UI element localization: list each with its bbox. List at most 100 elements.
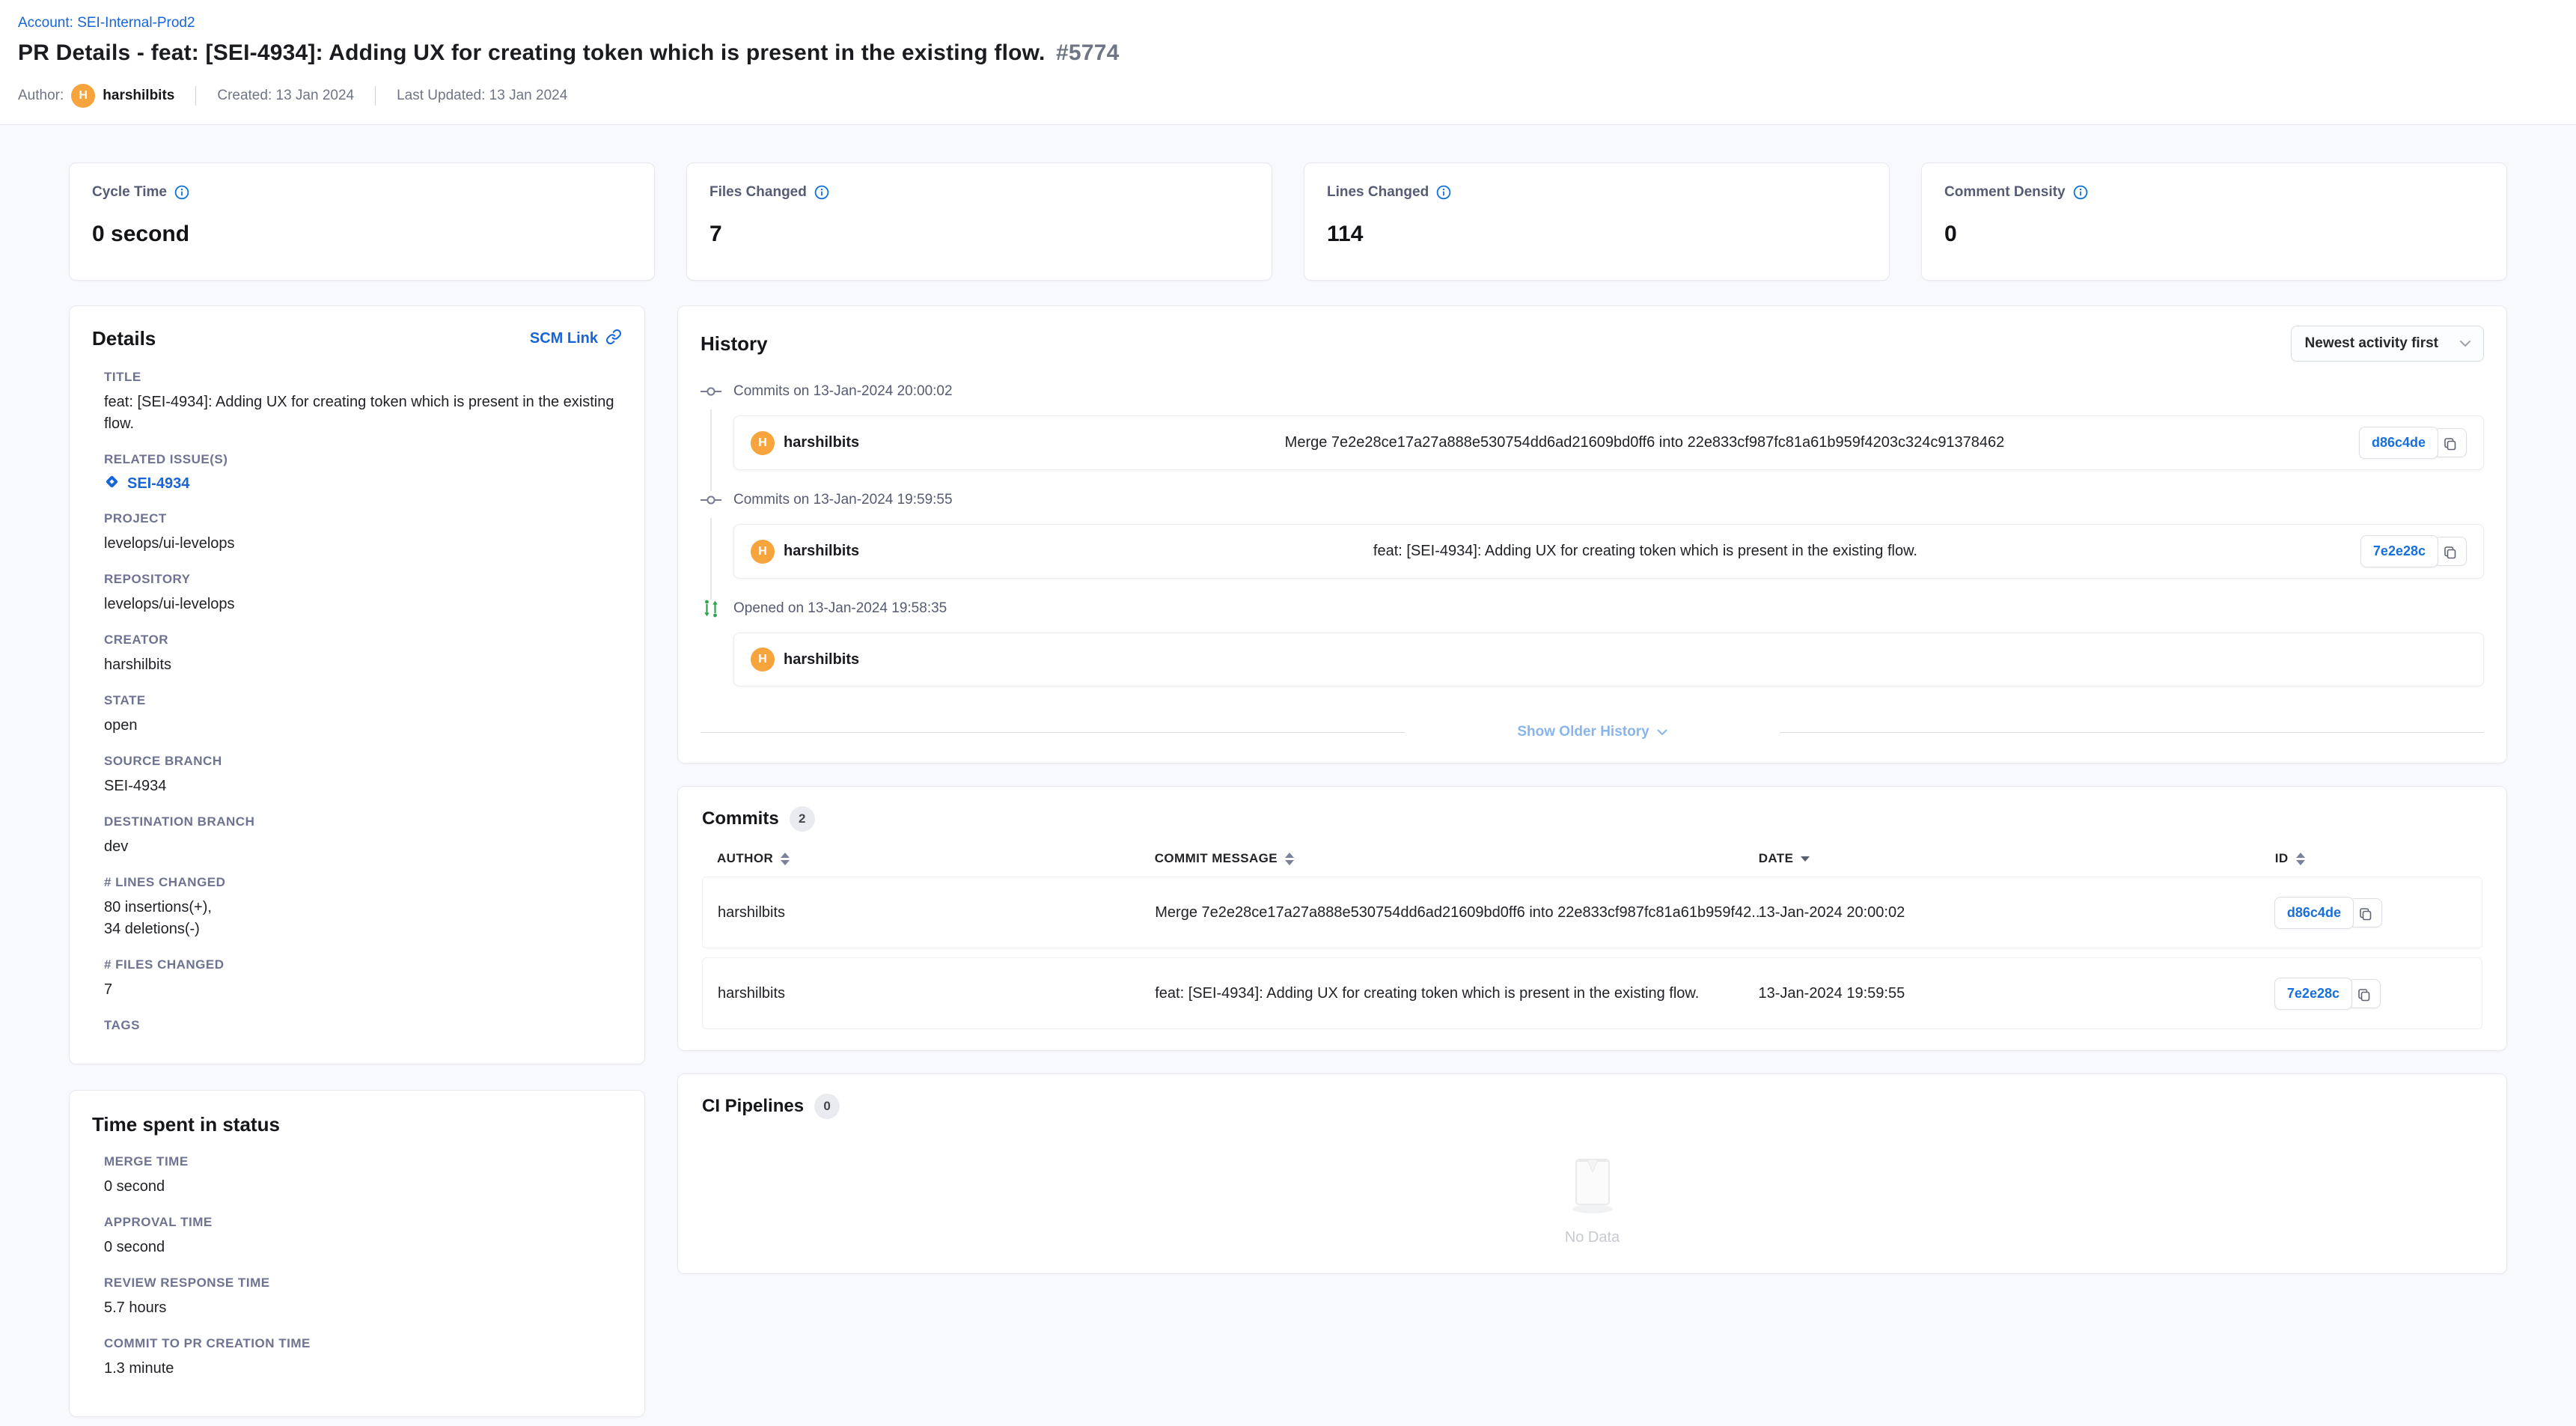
scm-link[interactable]: SCM Link <box>530 329 622 350</box>
history-panel: History Newest activity first Commits on… <box>677 305 2507 764</box>
divider <box>375 86 376 106</box>
metric-value: 0 <box>1944 222 2484 247</box>
time-field-commit-to-pr: COMMIT TO PR CREATION TIME 1.3 minute <box>104 1336 622 1380</box>
author-name: harshilbits <box>103 88 174 104</box>
detail-field-title: TITLE feat: [SEI-4934]: Adding UX for cr… <box>104 370 622 435</box>
ci-pipelines-panel: CI Pipelines 0 No Data <box>677 1073 2507 1274</box>
detail-field-tags: TAGS <box>104 1018 622 1033</box>
metric-value: 0 second <box>92 222 632 247</box>
commits-table-header: AUTHOR COMMIT MESSAGE DATE ID <box>702 851 2482 866</box>
cell-author: harshilbits <box>718 985 1155 1002</box>
detail-field-project: PROJECT levelops/ui-levelops <box>104 511 622 555</box>
metric-value: 114 <box>1327 222 1867 247</box>
column-header-id[interactable]: ID <box>2275 851 2467 866</box>
git-commit-icon <box>701 493 721 508</box>
details-title: Details <box>92 327 156 350</box>
commits-title: Commits <box>702 808 779 829</box>
cell-commit-message: feat: [SEI-4934]: Adding UX for creating… <box>1155 985 1758 1002</box>
info-icon[interactable] <box>1436 185 1451 200</box>
metric-card-lines-changed: Lines Changed 114 <box>1304 162 1890 281</box>
empty-box-icon <box>1557 1137 1629 1219</box>
git-commit-icon <box>701 384 721 399</box>
metric-card-cycle-time: Cycle Time 0 second <box>69 162 655 281</box>
copy-icon[interactable] <box>2434 428 2467 457</box>
related-issue-link[interactable]: SEI-4934 <box>104 474 189 494</box>
divider <box>195 86 196 106</box>
author-label: Author: <box>18 88 64 104</box>
pr-number: #5774 <box>1056 40 1119 65</box>
column-header-author[interactable]: AUTHOR <box>717 851 1155 866</box>
account-breadcrumb-link[interactable]: Account: SEI-Internal-Prod2 <box>18 15 195 31</box>
copy-icon[interactable] <box>2348 979 2381 1008</box>
commit-table-row: harshilbits feat: [SEI-4934]: Adding UX … <box>702 957 2482 1029</box>
no-data-label: No Data <box>1565 1229 1620 1246</box>
history-opened-card: H harshilbits <box>733 633 2484 686</box>
history-commit-card: H harshilbits Merge 7e2e28ce17a27a888e53… <box>733 415 2484 470</box>
page-title-row: PR Details - feat: [SEI-4934]: Adding UX… <box>18 40 2546 66</box>
info-icon[interactable] <box>2073 185 2088 200</box>
commit-author: harshilbits <box>784 543 859 560</box>
commit-hash-button[interactable]: d86c4de <box>2359 427 2438 459</box>
time-spent-title: Time spent in status <box>92 1113 622 1136</box>
author-row: Author: H harshilbits Created: 13 Jan 20… <box>18 84 2546 108</box>
ci-pipelines-title: CI Pipelines <box>702 1096 804 1117</box>
time-field-review-response: REVIEW RESPONSE TIME 5.7 hours <box>104 1276 622 1319</box>
page-title: PR Details - feat: [SEI-4934]: Adding UX… <box>18 40 1046 65</box>
commit-message: feat: [SEI-4934]: Adding UX for creating… <box>930 543 2360 560</box>
detail-field-lines-changed: # LINES CHANGED 80 insertions(+), 34 del… <box>104 875 622 940</box>
created-date: Created: 13 Jan 2024 <box>217 88 354 104</box>
detail-field-state: STATE open <box>104 693 622 737</box>
detail-field-repository: REPOSITORY levelops/ui-levelops <box>104 572 622 615</box>
cell-commit-message: Merge 7e2e28ce17a27a888e530754dd6ad21609… <box>1155 904 1758 921</box>
metric-value: 7 <box>709 222 1249 247</box>
jira-issue-icon <box>104 474 120 494</box>
page-content: Cycle Time 0 second Files Changed 7 Line… <box>0 125 2576 1426</box>
detail-field-files-changed: # FILES CHANGED 7 <box>104 957 622 1001</box>
metric-label: Lines Changed <box>1327 184 1429 201</box>
history-item-label: Opened on 13-Jan-2024 19:58:35 <box>733 600 947 617</box>
commit-hash-button[interactable]: 7e2e28c <box>2274 978 2352 1010</box>
divider <box>701 732 1405 733</box>
sort-icon <box>1285 853 1294 865</box>
time-field-merge: MERGE TIME 0 second <box>104 1154 622 1198</box>
ci-pipelines-count-badge: 0 <box>814 1094 840 1119</box>
show-older-history-button[interactable]: Show Older History <box>1517 724 1667 740</box>
metric-card-comment-density: Comment Density 0 <box>1921 162 2507 281</box>
sort-desc-icon <box>1801 856 1810 862</box>
history-item-opened: Opened on 13-Jan-2024 19:58:35 H harshil… <box>701 597 2484 704</box>
detail-field-destination-branch: DESTINATION BRANCH dev <box>104 814 622 858</box>
commit-hash-button[interactable]: d86c4de <box>2274 897 2354 929</box>
history-item-label: Commits on 13-Jan-2024 19:59:55 <box>733 492 953 508</box>
sort-icon <box>2296 853 2305 865</box>
history-item-commit: Commits on 13-Jan-2024 20:00:02 H harshi… <box>701 380 2484 488</box>
metric-cards-row: Cycle Time 0 second Files Changed 7 Line… <box>69 162 2507 281</box>
cell-date: 13-Jan-2024 20:00:02 <box>1759 904 2274 921</box>
page-header: Account: SEI-Internal-Prod2 PR Details -… <box>0 0 2576 125</box>
metric-label: Comment Density <box>1944 184 2066 201</box>
commit-author: harshilbits <box>784 434 859 451</box>
history-title: History <box>701 332 768 356</box>
avatar: H <box>751 648 775 671</box>
chevron-down-icon <box>1657 724 1667 740</box>
commit-hash-button[interactable]: 7e2e28c <box>2360 535 2438 567</box>
info-icon[interactable] <box>814 185 829 200</box>
column-header-date[interactable]: DATE <box>1759 851 2275 866</box>
detail-field-creator: CREATOR harshilbits <box>104 633 622 676</box>
avatar: H <box>751 540 775 564</box>
column-header-commit-message[interactable]: COMMIT MESSAGE <box>1155 851 1759 866</box>
cell-date: 13-Jan-2024 19:59:55 <box>1759 985 2274 1002</box>
metric-card-files-changed: Files Changed 7 <box>686 162 1272 281</box>
history-sort-dropdown[interactable]: Newest activity first <box>2291 326 2484 362</box>
metric-label: Files Changed <box>709 184 807 201</box>
show-older-history-row: Show Older History <box>701 724 2484 740</box>
info-icon[interactable] <box>174 185 189 200</box>
copy-icon[interactable] <box>2349 898 2382 927</box>
chevron-down-icon <box>2459 335 2471 352</box>
history-item-label: Commits on 13-Jan-2024 20:00:02 <box>733 383 953 400</box>
commit-author: harshilbits <box>784 651 859 668</box>
commits-count-badge: 2 <box>790 806 815 832</box>
commit-table-row: harshilbits Merge 7e2e28ce17a27a888e5307… <box>702 877 2482 948</box>
pull-request-opened-icon <box>701 599 721 618</box>
copy-icon[interactable] <box>2434 537 2467 566</box>
time-field-approval: APPROVAL TIME 0 second <box>104 1215 622 1258</box>
